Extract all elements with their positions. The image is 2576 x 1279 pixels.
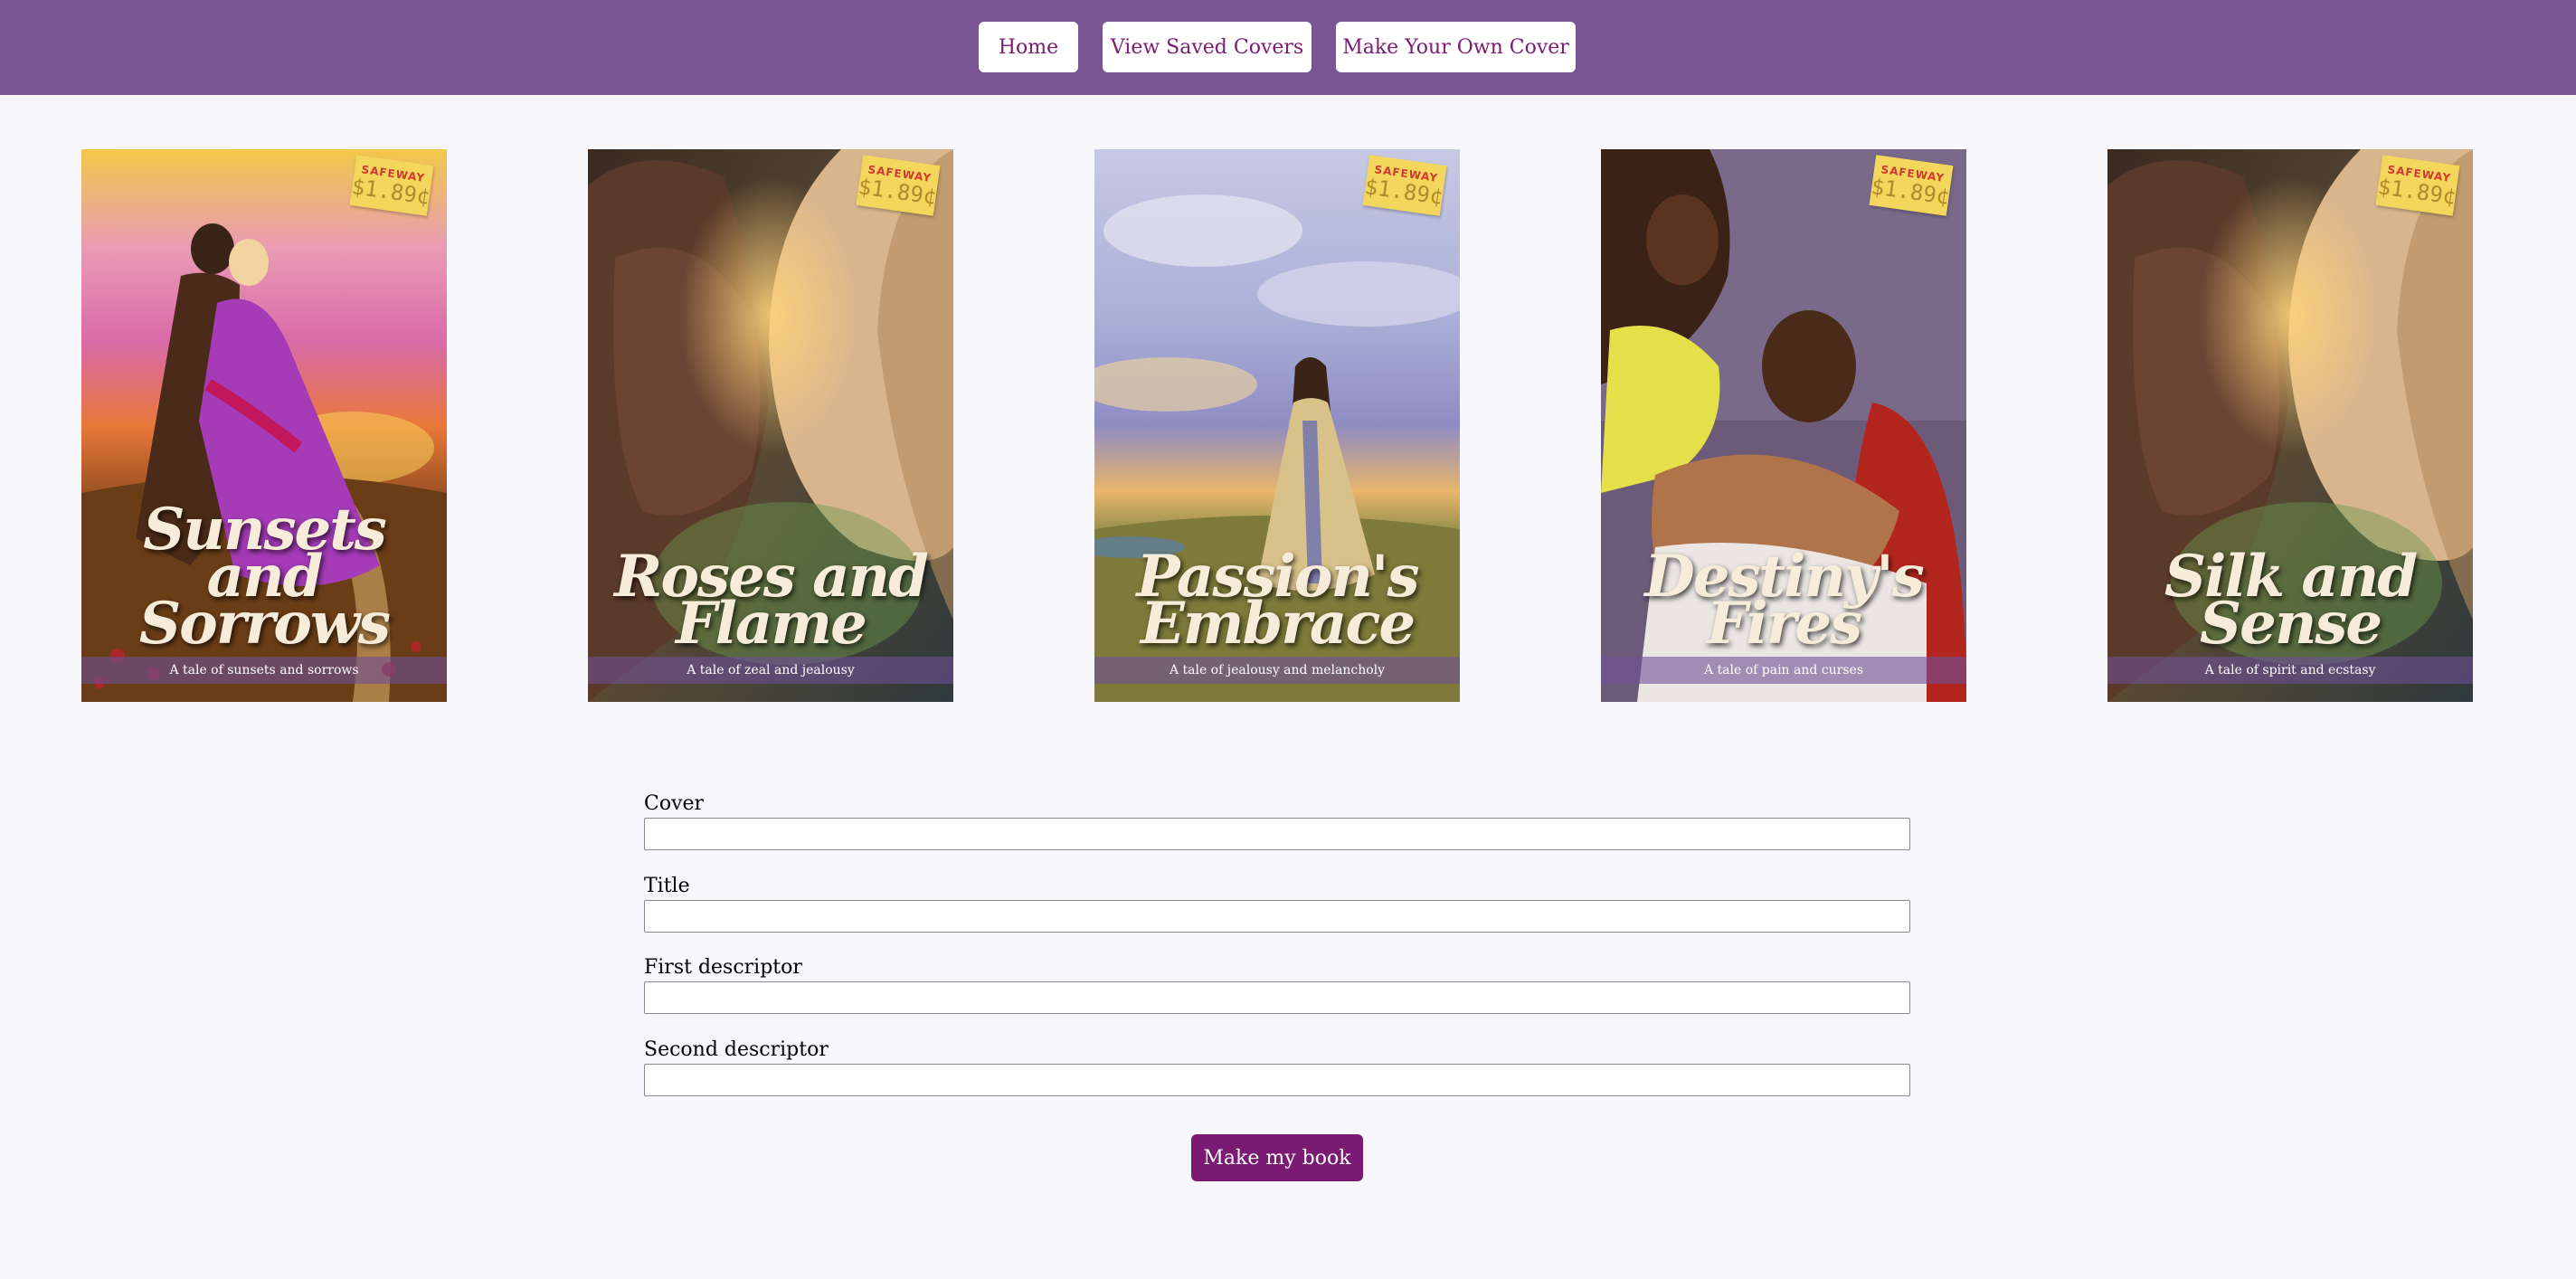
make-my-book-button[interactable]: Make my book bbox=[1191, 1134, 1363, 1181]
book-cover-1[interactable]: SAFEWAY $1.89¢ Sunsets and Sorrows A tal… bbox=[81, 149, 447, 702]
top-nav-bar: Home View Saved Covers Make Your Own Cov… bbox=[0, 0, 2576, 95]
second-descriptor-input[interactable] bbox=[644, 1064, 1910, 1096]
cover-title: Destiny's Fires bbox=[1644, 543, 1924, 658]
price-sticker: SAFEWAY $1.89¢ bbox=[856, 155, 941, 216]
cover-label: Cover bbox=[644, 792, 705, 815]
book-cover-3[interactable]: SAFEWAY $1.89¢ Passion's Embrace A tale … bbox=[1094, 149, 1460, 702]
book-cover-2[interactable]: SAFEWAY $1.89¢ Roses and Flame A tale of… bbox=[588, 149, 953, 702]
book-cover-5[interactable]: SAFEWAY $1.89¢ Silk and Sense A tale of … bbox=[2107, 149, 2473, 702]
price-sticker: SAFEWAY $1.89¢ bbox=[1869, 155, 1954, 216]
first-descriptor-label: First descriptor bbox=[644, 956, 802, 979]
price-sticker: SAFEWAY $1.89¢ bbox=[2375, 155, 2460, 216]
cover-title: Silk and Sense bbox=[2164, 543, 2418, 658]
cover-input[interactable] bbox=[644, 818, 1910, 850]
second-descriptor-label: Second descriptor bbox=[644, 1038, 829, 1061]
view-saved-covers-button[interactable]: View Saved Covers bbox=[1103, 22, 1312, 72]
make-your-own-cover-button[interactable]: Make Your Own Cover bbox=[1336, 22, 1576, 72]
cover-tagline: A tale of spirit and ecstasy bbox=[2107, 657, 2473, 684]
book-cover-4[interactable]: SAFEWAY $1.89¢ Destiny's Fires A tale of… bbox=[1601, 149, 1966, 702]
cover-title: Sunsets and Sorrows bbox=[138, 496, 391, 658]
home-button[interactable]: Home bbox=[979, 22, 1078, 72]
price-sticker: SAFEWAY $1.89¢ bbox=[349, 155, 434, 216]
cover-title: Roses and Flame bbox=[614, 543, 929, 658]
first-descriptor-input[interactable] bbox=[644, 981, 1910, 1014]
cover-tagline: A tale of zeal and jealousy bbox=[588, 657, 953, 684]
price-sticker: SAFEWAY $1.89¢ bbox=[1362, 155, 1447, 216]
cover-tagline: A tale of sunsets and sorrows bbox=[81, 657, 447, 684]
cover-tagline: A tale of jealousy and melancholy bbox=[1094, 657, 1460, 684]
cover-title: Passion's Embrace bbox=[1136, 543, 1419, 658]
title-input[interactable] bbox=[644, 900, 1910, 933]
title-label: Title bbox=[644, 875, 690, 897]
cover-tagline: A tale of pain and curses bbox=[1601, 657, 1966, 684]
